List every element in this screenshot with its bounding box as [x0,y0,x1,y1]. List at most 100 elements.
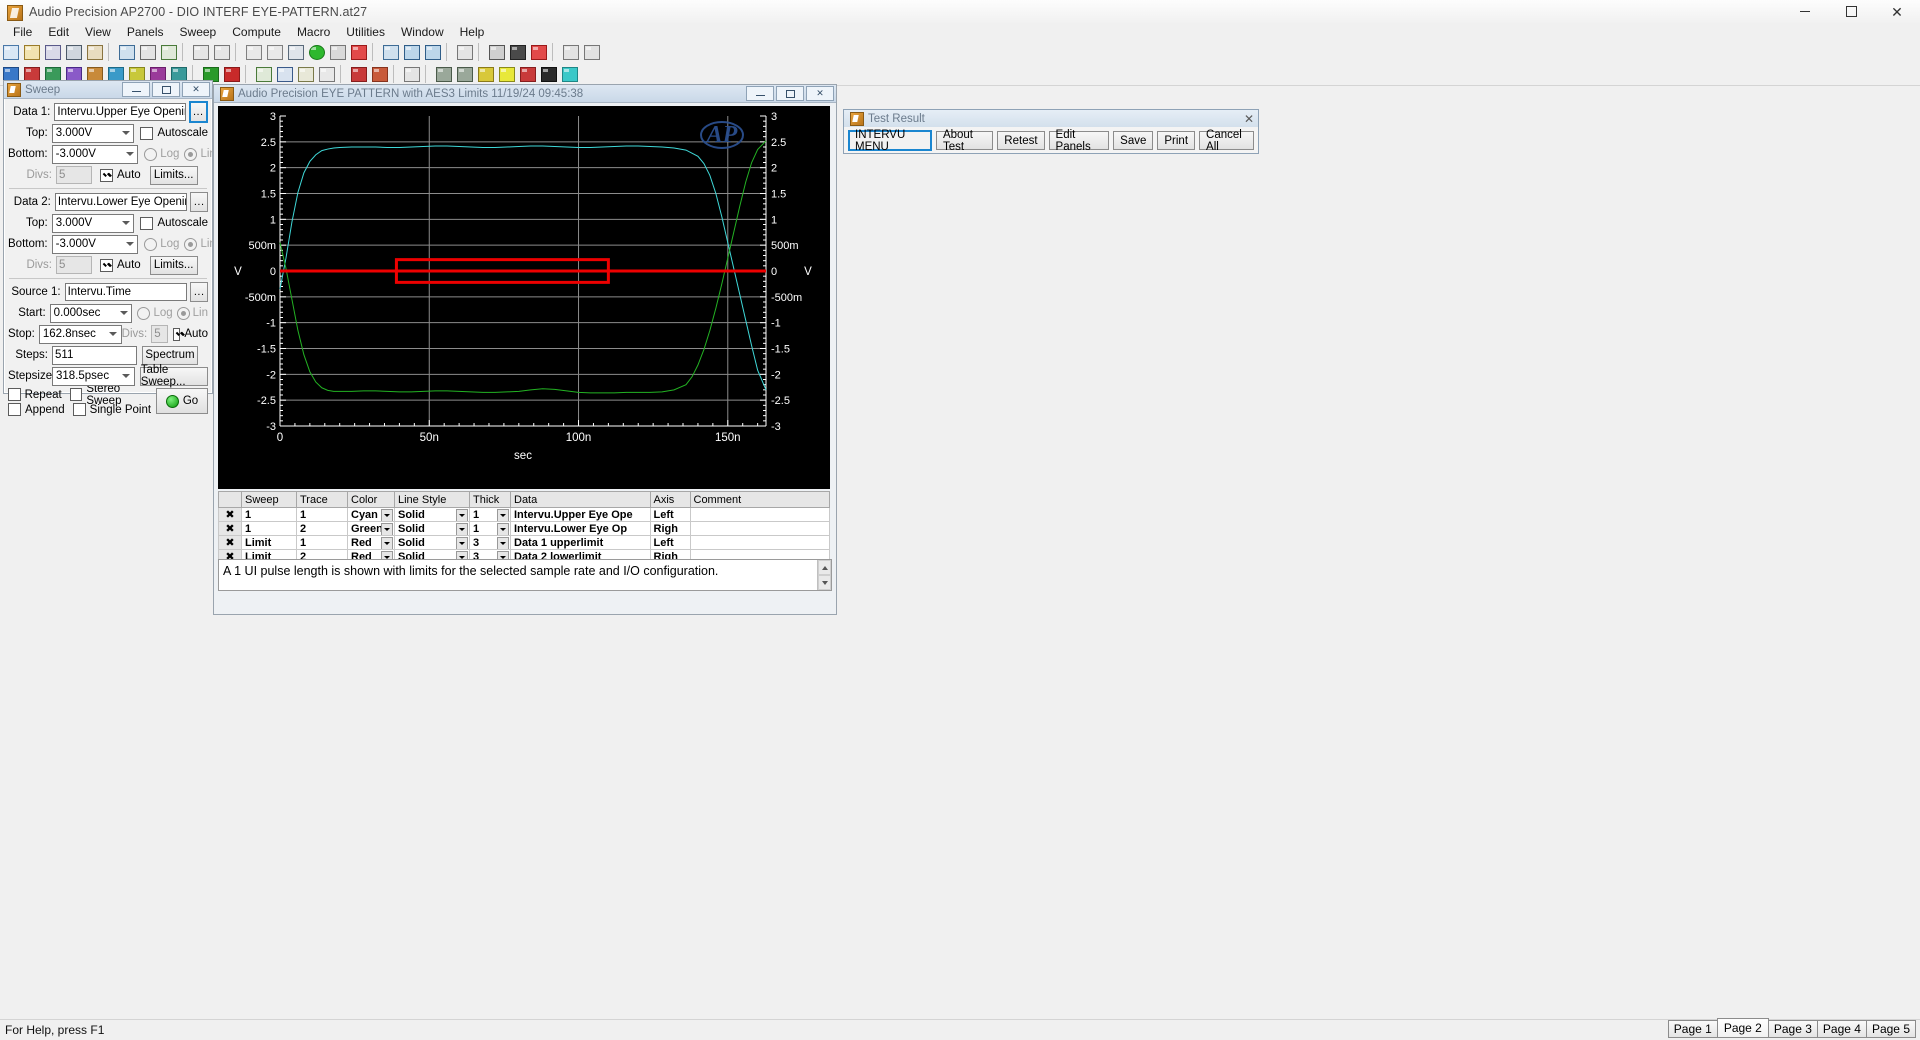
data2-top-combo[interactable]: 3.000 V [51,213,135,233]
data2-browse-button[interactable]: ... [190,192,208,212]
test-result-button-edit-panels[interactable]: Edit Panels [1048,129,1110,153]
cell-data[interactable]: Intervu.Upper Eye Ope [510,507,651,522]
start-combo[interactable]: 0.000 sec [49,303,133,323]
source1-lin-radio[interactable] [176,306,190,320]
toolbar-saveas-button[interactable] [85,42,105,62]
minimize-button[interactable] [1782,0,1828,23]
source1-browse-button[interactable]: ... [190,282,208,302]
toolbar-panel3-button[interactable] [423,42,443,62]
cell-line-style[interactable]: Solid [394,521,470,536]
data1-auto-checkbox[interactable] [100,168,113,182]
cell-thick[interactable]: 1 [469,521,511,536]
data2-limits-button[interactable]: Limits... [149,255,198,275]
cell-line-style[interactable]: Solid [394,535,470,550]
comment-text[interactable]: A 1 UI pulse length is shown with limits… [219,560,817,590]
page-tab-page-5[interactable]: Page 5 [1865,1020,1916,1038]
toolbar-rec-button[interactable] [508,42,528,62]
cell-color[interactable]: Cyan [347,507,395,522]
data2-input[interactable]: Intervu.Lower Eye Opening [54,193,188,211]
cell-thick[interactable]: 3 [469,535,511,550]
test-result-close-button[interactable]: ✕ [1240,112,1258,126]
toolbar-open-button[interactable] [22,42,42,62]
toolbar-paste-button[interactable] [286,42,306,62]
toolbar-play-button[interactable] [487,42,507,62]
row-enable-toggle[interactable]: ✖ [218,535,242,550]
toolbar-cfg-button[interactable] [328,42,348,62]
chevron-down-icon[interactable] [497,509,509,521]
data1-browse-button[interactable]: ... [188,101,208,123]
steps-input[interactable]: 511 [52,345,137,365]
toolbar-i4-button[interactable] [317,64,337,84]
data1-divs-input[interactable]: 5 [56,166,92,184]
toolbar-m2-button[interactable] [455,64,475,84]
test-result-button-retest[interactable]: Retest [997,131,1045,150]
cell-data[interactable]: Intervu.Lower Eye Op [510,521,651,536]
cell-axis[interactable]: Left [649,535,691,550]
test-result-button-intervu-menu[interactable]: INTERVU MENU [848,129,932,153]
cell-axis[interactable]: Left [649,507,691,522]
toolbar-i3-button[interactable] [296,64,316,84]
maximize-button[interactable] [1828,0,1874,23]
close-button[interactable]: ✕ [1874,0,1920,23]
cell-line-style[interactable]: Solid [394,507,470,522]
source1-log-radio[interactable] [137,306,151,320]
single-point-checkbox[interactable] [72,403,86,416]
source1-divs-input[interactable]: 5 [151,325,169,343]
toolbar-m7-button[interactable] [560,64,580,84]
test-result-button-print[interactable]: Print [1157,131,1196,150]
spectrum-button[interactable]: Spectrum [142,345,198,365]
data2-bottom-combo[interactable]: -3.000 V [51,234,139,254]
toolbar-copy2-button[interactable] [265,42,285,62]
row-enable-toggle[interactable]: ✖ [218,507,242,522]
table-header-color[interactable]: Color [347,491,395,508]
stereo-sweep-checkbox[interactable] [69,388,83,401]
stop-combo[interactable]: 162.8 nsec [38,324,122,344]
scroll-up-button[interactable] [818,560,831,575]
cell-thick[interactable]: 1 [469,507,511,522]
cell-comment[interactable] [689,507,830,522]
data2-log-radio[interactable] [144,237,158,251]
chevron-down-icon[interactable] [456,523,468,535]
toolbar-go-button[interactable] [307,42,327,62]
chevron-down-icon[interactable] [497,537,509,549]
chevron-down-icon[interactable] [381,509,393,521]
data1-bottom-combo[interactable]: -3.000 V [51,144,139,164]
page-tab-page-3[interactable]: Page 3 [1767,1020,1818,1038]
table-header-data[interactable]: Data [510,491,651,508]
cell-axis[interactable]: Righ [649,521,691,536]
table-header-comment[interactable]: Comment [689,491,830,508]
toolbar-cd-button[interactable] [582,42,602,62]
stepsize-combo[interactable]: 318.5 psec [52,366,135,386]
table-header-select[interactable] [218,491,242,508]
cell-data[interactable]: Data 1 upperlimit [510,535,651,550]
data1-limits-button[interactable]: Limits... [149,165,198,185]
test-result-button-save[interactable]: Save [1113,131,1154,150]
toolbar-m4-button[interactable] [497,64,517,84]
page-tab-page-4[interactable]: Page 4 [1816,1020,1867,1038]
toolbar-k1-button[interactable] [402,64,422,84]
table-row[interactable]: ✖ 1 2 Green Solid 1 Intervu.Lower Eye Op Righ [218,521,830,536]
append-checkbox[interactable] [8,403,21,416]
source1-auto-checkbox[interactable] [173,327,181,341]
chevron-down-icon[interactable] [456,537,468,549]
data1-log-radio[interactable] [144,147,158,161]
sweep-minimize-button[interactable] [122,82,150,97]
toolbar-copy-button[interactable] [159,42,179,62]
toolbar-save-button[interactable] [64,42,84,62]
table-header-sweep[interactable]: Sweep [241,491,297,508]
toolbar-preview-button[interactable] [138,42,158,62]
table-header-axis[interactable]: Axis [649,491,691,508]
data1-autoscale-checkbox[interactable] [140,126,154,140]
cell-color[interactable]: Green [347,521,395,536]
menu-edit[interactable]: Edit [40,23,77,41]
data1-input[interactable]: Intervu.Upper Eye Opening [54,103,186,121]
cell-trace[interactable]: 1 [296,535,348,550]
go-button[interactable]: Go [156,388,208,414]
cell-sweep[interactable]: 1 [241,507,297,522]
toolbar-print-button[interactable] [117,42,137,62]
chevron-down-icon[interactable] [381,537,393,549]
menu-sweep[interactable]: Sweep [172,23,225,41]
table-row[interactable]: ✖ 1 1 Cyan Solid 1 Intervu.Upper Eye Ope Left [218,507,830,522]
toolbar-j2-button[interactable] [370,64,390,84]
data2-autoscale-checkbox[interactable] [140,216,154,230]
